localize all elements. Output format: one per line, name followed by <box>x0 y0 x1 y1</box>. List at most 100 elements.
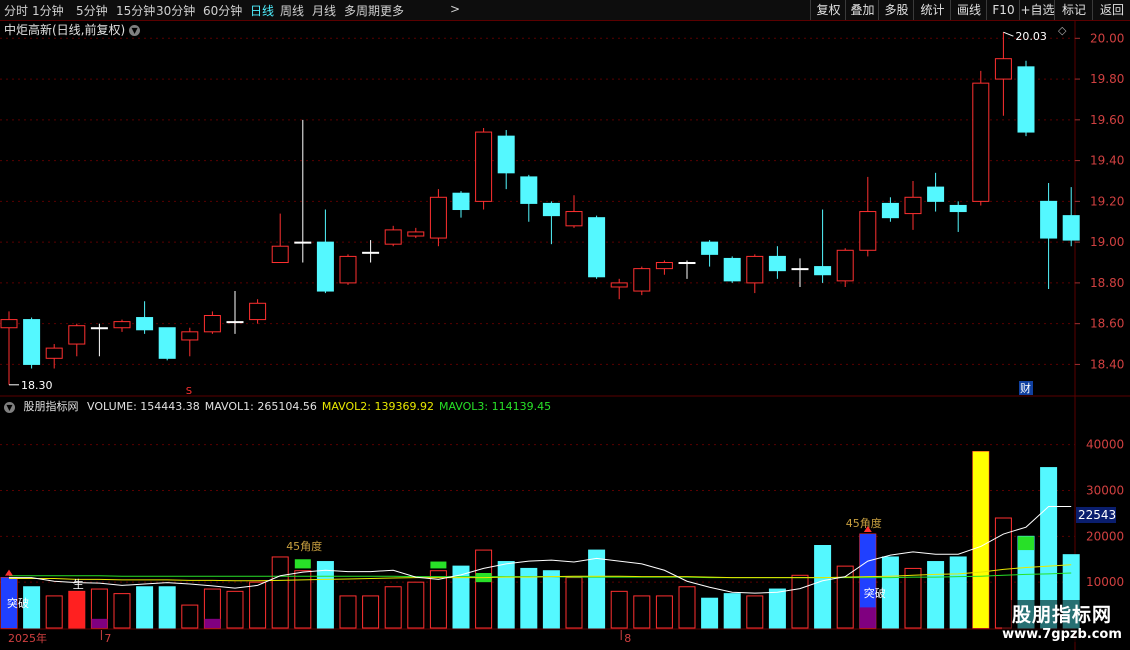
candle-body <box>723 257 741 282</box>
angle-label-1: 45角度 <box>286 539 322 553</box>
candle-body <box>45 347 63 359</box>
volume-bar <box>746 595 764 629</box>
candle-body <box>68 325 86 345</box>
candle-body <box>407 231 425 237</box>
volume-bar <box>588 549 606 629</box>
candle-body <box>1017 66 1035 133</box>
volume-bar <box>633 595 651 629</box>
month-label-8: 8 <box>624 632 631 645</box>
up-arrow-icon <box>5 569 13 576</box>
indicator-value-1: MAVOL1: 265104.56 <box>204 400 317 413</box>
candle-body <box>226 321 244 324</box>
candle-body <box>136 317 154 331</box>
candle-body <box>542 202 560 217</box>
year-label: 2025年 <box>8 631 47 645</box>
watermark: 股朋指标网 www.7gpzb.com <box>1002 600 1122 642</box>
candle-body <box>429 196 447 239</box>
candle-body <box>316 241 334 292</box>
watermark-url: www.7gpzb.com <box>1002 627 1122 642</box>
indicator-value-3: MAVOL3: 114139.45 <box>439 400 552 413</box>
candle-body <box>565 211 583 227</box>
volume-mark-green <box>294 559 311 569</box>
candle-body <box>881 202 899 219</box>
candle-body <box>746 255 764 284</box>
indicator-value-2: MAVOL2: 139369.92 <box>321 400 434 413</box>
candle-body <box>452 192 470 211</box>
price-axis-label: 18.60 <box>1090 317 1124 331</box>
candle-body <box>994 58 1012 80</box>
high-pointer <box>1003 31 1014 37</box>
price-axis-label: 19.40 <box>1090 154 1124 168</box>
candle-body <box>588 217 606 278</box>
candle-body <box>520 176 538 204</box>
tupo-label-1: 突破 <box>7 596 29 610</box>
volume-bar <box>407 581 425 629</box>
indicator-name: 股朋指标网 <box>23 400 79 413</box>
candle-body <box>701 241 719 255</box>
volume-bar <box>181 604 199 629</box>
volume-axis-label: 20000 <box>1086 529 1124 543</box>
volume-bar-highlight <box>972 451 989 628</box>
volume-bar <box>136 586 154 629</box>
candle-body <box>90 327 108 330</box>
candle-body <box>904 196 922 215</box>
chart-canvas[interactable]: 20.00 19.80 19.60 19.40 19.20 19.00 18.80 18.60… <box>0 0 1130 650</box>
angle-label-2: 45角度 <box>846 516 882 530</box>
candle-body <box>158 327 176 359</box>
volume-bar <box>475 549 493 629</box>
candle-body <box>339 255 357 284</box>
s-marker: S <box>186 386 192 397</box>
high-price-label: 20.03 <box>1015 30 1047 43</box>
volume-mark-purple <box>91 618 108 628</box>
candle-body <box>927 186 945 202</box>
price-axis-label: 19.80 <box>1090 72 1124 86</box>
candle-body <box>1062 215 1080 241</box>
candle-body <box>1040 200 1058 239</box>
candle-body <box>836 249 854 282</box>
volume-mark-green <box>1018 536 1034 551</box>
volume-bar <box>226 590 244 629</box>
candle-body <box>610 282 628 288</box>
candle-body <box>633 268 651 292</box>
indicator-legend: ▼ 股朋指标网 VOLUME: 154443.38 MAVOL1: 265104.… <box>4 398 556 414</box>
volume-bar <box>249 581 267 629</box>
candle-body <box>271 245 289 264</box>
watermark-title: 股朋指标网 <box>1011 604 1112 626</box>
chevron-down-icon[interactable]: ▼ <box>4 401 15 413</box>
cai-badge-text: 财 <box>1020 381 1031 395</box>
candle-body <box>859 211 877 251</box>
volume-bar <box>362 595 380 629</box>
volume-axis-label: 30000 <box>1086 484 1124 498</box>
volume-bar <box>678 586 696 629</box>
volume-bar <box>701 597 719 629</box>
volume-axis-label: 10000 <box>1086 575 1124 589</box>
candle-body <box>949 204 967 213</box>
candle-body <box>678 262 696 265</box>
candle-body <box>475 131 493 202</box>
candle-body <box>249 302 267 321</box>
sheng-label: 生 <box>73 577 84 591</box>
indicator-value-0: VOLUME: 154443.38 <box>87 400 200 413</box>
price-axis-label: 18.40 <box>1090 357 1124 371</box>
volume-axis-label: 40000 <box>1086 438 1124 452</box>
volume-bar <box>723 593 741 629</box>
volume-bar <box>565 577 583 629</box>
volume-mark-purple <box>859 607 876 628</box>
volume-bar <box>927 561 945 629</box>
volume-bar <box>45 595 63 629</box>
price-axis-label: 19.20 <box>1090 194 1124 208</box>
volume-bar <box>791 574 809 629</box>
candle-body <box>814 266 832 276</box>
candle-body <box>655 262 673 270</box>
low-price-label: 18.30 <box>21 379 53 392</box>
volume-bar <box>610 590 628 629</box>
volume-bar <box>113 593 131 629</box>
candle-body <box>768 255 786 272</box>
volume-bar <box>542 570 560 629</box>
candle-body <box>791 268 809 271</box>
price-axis-label: 19.60 <box>1090 113 1124 127</box>
candle-body <box>972 82 990 202</box>
volume-bar <box>836 565 854 629</box>
candle-body <box>203 315 221 333</box>
volume-bar <box>949 556 967 629</box>
